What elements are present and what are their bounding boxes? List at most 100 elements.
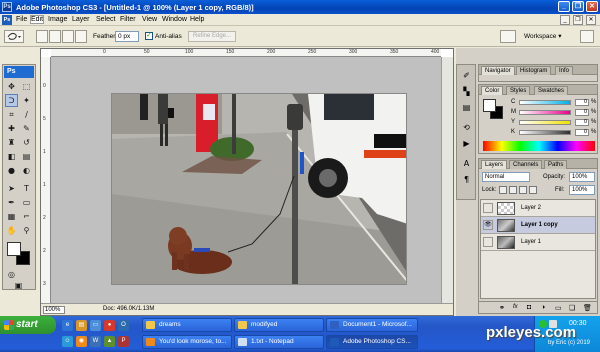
slice-tool-icon[interactable]: ∕	[20, 108, 33, 121]
add-to-selection-icon[interactable]	[49, 30, 61, 43]
antialias-checkbox[interactable]: ✓	[145, 32, 153, 40]
tab-channels[interactable]: Channels	[509, 160, 543, 169]
adjustment-layer-icon[interactable]: ◑	[541, 304, 545, 311]
cyan-value[interactable]: 0	[575, 99, 589, 106]
task-browser[interactable]: You'd look morose, to...	[142, 335, 232, 349]
ps-quick-icon[interactable]: P	[118, 336, 129, 347]
visibility-toggle-icon[interactable]	[483, 237, 493, 247]
lasso-tool-preset-icon[interactable]	[4, 30, 24, 43]
foreground-color-swatch[interactable]	[7, 242, 21, 256]
doc-size-info[interactable]: Doc: 496.0K/1.13M	[103, 306, 154, 312]
clone-stamp-icon[interactable]: ♜	[5, 136, 18, 149]
history-brush-icon[interactable]: ↺	[20, 136, 33, 149]
magenta-slider[interactable]: M 0 %	[511, 109, 597, 117]
lasso-tool-icon[interactable]: ᑐ	[5, 94, 18, 107]
paragraph-panel-icon[interactable]: ¶	[460, 173, 473, 186]
lock-pixels-icon[interactable]	[509, 186, 517, 194]
refine-edge-button[interactable]: Refine Edge...	[188, 31, 237, 42]
show-desktop-icon[interactable]: ▭	[90, 320, 101, 331]
cyan-slider[interactable]: C 0 %	[511, 99, 597, 107]
tab-swatches[interactable]: Swatches	[534, 86, 569, 95]
media-icon[interactable]: ●	[104, 320, 115, 331]
brushes-panel-icon[interactable]: ✐	[460, 69, 473, 82]
intersect-selection-icon[interactable]	[75, 30, 87, 43]
tab-histogram[interactable]: Histogram	[516, 66, 552, 75]
screen-mode-icon[interactable]: ▣	[12, 279, 25, 292]
history-panel-icon[interactable]: ⟲	[460, 121, 473, 134]
dodge-tool-icon[interactable]: ◐	[20, 164, 33, 177]
task-document1[interactable]: Document1 - Microsof...	[326, 318, 418, 332]
new-group-icon[interactable]: ▭	[555, 304, 562, 312]
link-layers-icon[interactable]: ⚭	[499, 304, 505, 312]
path-selection-icon[interactable]: ➤	[5, 182, 18, 195]
layer-row[interactable]: Layer 2	[481, 200, 595, 217]
black-value[interactable]: 0	[575, 129, 589, 136]
canvas-area[interactable]	[51, 57, 441, 303]
document-icon[interactable]: Ps	[2, 15, 12, 25]
word-icon[interactable]: W	[90, 336, 101, 347]
task-notepad[interactable]: 1.txt - Notepad	[234, 335, 324, 349]
menu-image[interactable]: Image	[48, 16, 67, 23]
zoom-field[interactable]: 100%	[43, 306, 65, 314]
layer-row[interactable]: Layer 1	[481, 234, 595, 251]
new-selection-icon[interactable]	[36, 30, 48, 43]
menu-help[interactable]: Help	[190, 16, 204, 23]
tab-info[interactable]: Info	[555, 66, 574, 75]
task-photoshop[interactable]: Adobe Photoshop CS...	[326, 335, 418, 349]
layer-row-selected[interactable]: 👁 Layer 1 copy	[481, 217, 595, 234]
menu-select[interactable]: Select	[96, 16, 115, 23]
new-layer-icon[interactable]: ❏	[569, 304, 575, 312]
delete-layer-icon[interactable]: 🗑	[583, 304, 592, 312]
tab-paths[interactable]: Paths	[544, 160, 568, 169]
tool-presets-panel-icon[interactable]: ▚	[460, 85, 473, 98]
lock-all-icon[interactable]	[529, 186, 537, 194]
layer-style-icon[interactable]: fx	[513, 304, 518, 310]
task-modifyed[interactable]: modifyed	[234, 318, 324, 332]
menu-file[interactable]: File	[16, 16, 27, 23]
doc-close-icon[interactable]: ✕	[586, 15, 596, 25]
tab-navigator[interactable]: Navigator	[481, 66, 515, 75]
outlook-icon[interactable]: O	[118, 320, 129, 331]
tab-color[interactable]: Color	[481, 86, 504, 95]
yellow-value[interactable]: 0	[575, 119, 589, 126]
black-slider[interactable]: K 0 %	[511, 129, 597, 137]
menu-filter[interactable]: Filter	[120, 16, 136, 23]
layer-mask-icon[interactable]: ◘	[527, 304, 531, 311]
zoom-tool-icon[interactable]: ⚲	[20, 224, 33, 237]
restore-button[interactable]: ❐	[572, 1, 584, 12]
tab-layers[interactable]: Layers	[481, 160, 508, 169]
character-panel-icon[interactable]: A	[460, 157, 473, 170]
menu-layer[interactable]: Layer	[72, 16, 90, 23]
doc-minimize-icon[interactable]: _	[560, 15, 570, 25]
magic-wand-tool-icon[interactable]: ✦	[20, 94, 33, 107]
visibility-toggle-icon[interactable]	[483, 203, 493, 213]
type-tool-icon[interactable]: T	[20, 182, 33, 195]
close-button[interactable]: ✕	[586, 1, 598, 12]
menu-window[interactable]: Window	[162, 16, 187, 23]
messenger-icon[interactable]: ☺	[62, 336, 73, 347]
menu-view[interactable]: View	[142, 16, 157, 23]
lock-transparency-icon[interactable]	[499, 186, 507, 194]
subtract-selection-icon[interactable]	[62, 30, 74, 43]
hand-tool-icon[interactable]: ✋	[5, 224, 18, 237]
vertical-scrollbar[interactable]	[441, 57, 453, 303]
actions-panel-icon[interactable]: ▶	[460, 137, 473, 150]
eyedropper-tool-icon[interactable]: ⌐	[20, 210, 33, 223]
panel-menu-icon[interactable]	[580, 30, 594, 43]
brush-tool-icon[interactable]: ✎	[20, 122, 33, 135]
ie-icon[interactable]: e	[62, 320, 73, 331]
firefox-icon[interactable]: ◉	[76, 336, 87, 347]
task-dreams[interactable]: dreams	[142, 318, 232, 332]
gradient-tool-icon[interactable]: ▤	[20, 150, 33, 163]
layer-comps-panel-icon[interactable]: ▤	[460, 101, 473, 114]
marquee-tool-icon[interactable]: ⬚	[20, 80, 33, 93]
doc-restore-icon[interactable]: ❐	[573, 15, 583, 25]
blur-tool-icon[interactable]: ●	[5, 164, 18, 177]
blend-mode-select[interactable]: Normal	[482, 172, 530, 182]
notes-tool-icon[interactable]: ▦	[5, 210, 18, 223]
opacity-input[interactable]: 100%	[569, 172, 595, 182]
magenta-value[interactable]: 0	[575, 109, 589, 116]
eraser-tool-icon[interactable]: ◧	[5, 150, 18, 163]
start-button[interactable]: start	[0, 316, 56, 334]
feather-input[interactable]: 0 px	[115, 31, 139, 42]
